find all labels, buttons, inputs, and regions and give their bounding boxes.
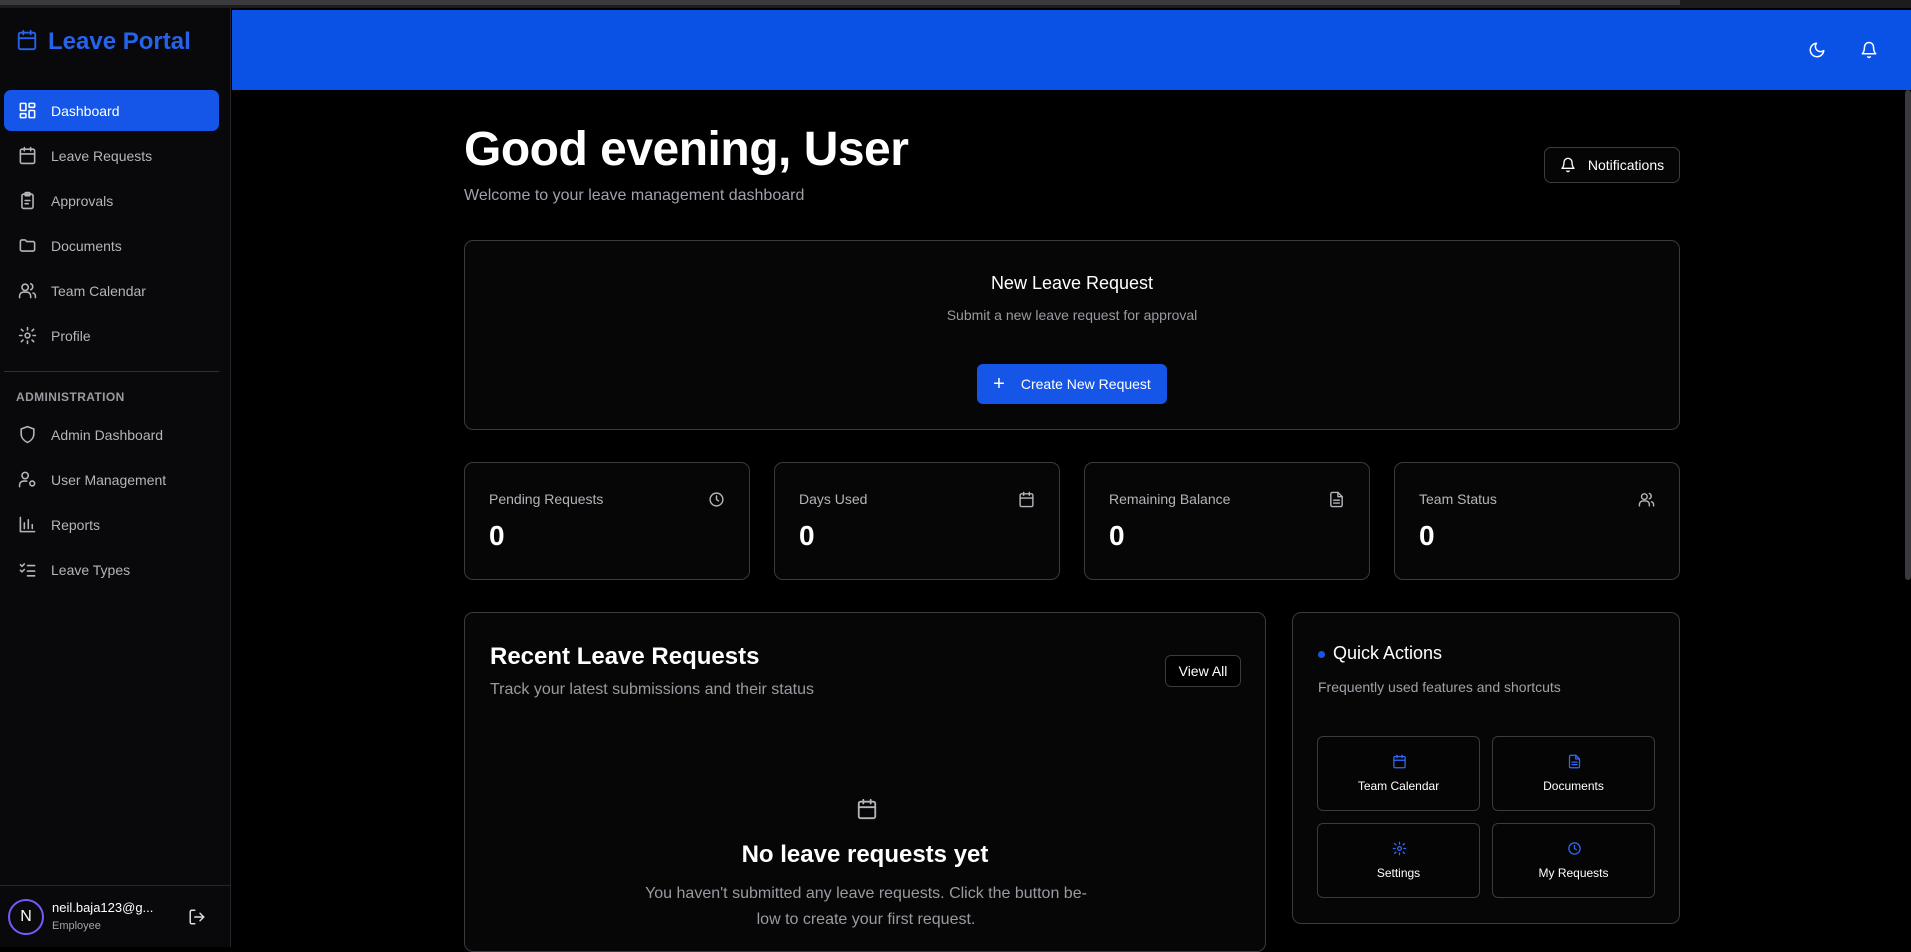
- quick-action-label: Documents: [1543, 779, 1604, 793]
- recent-requests-card: Recent Leave Requests Track your latest …: [464, 612, 1266, 952]
- scrollbar[interactable]: [1905, 90, 1911, 580]
- empty-state-title: No leave requests yet: [741, 841, 989, 868]
- sidebar-item-label: Documents: [51, 237, 122, 254]
- sidebar: Leave Portal Dashboard Leave Requests Ap…: [0, 8, 231, 947]
- calendar-icon: [1019, 491, 1034, 508]
- sidebar-item-label: Reports: [51, 516, 101, 533]
- quick-action-my-requests[interactable]: My Requests: [1492, 823, 1655, 898]
- recent-requests-subtitle: Track your latest submissions and their …: [490, 681, 814, 698]
- stat-card-days-used: Days Used 0: [774, 462, 1060, 580]
- bar-chart-icon: [19, 516, 36, 533]
- browser-top-strip: [0, 0, 1911, 8]
- create-request-label: Create New Request: [1020, 376, 1151, 392]
- moon-icon[interactable]: [1808, 41, 1826, 59]
- stat-value: 0: [1419, 520, 1435, 551]
- quick-action-team-calendar[interactable]: Team Calendar: [1317, 736, 1480, 811]
- empty-state-text: You haven't submitted any leave requests…: [645, 885, 1087, 928]
- stat-card-team-status: Team Status 0: [1394, 462, 1680, 580]
- view-all-button[interactable]: View All: [1165, 655, 1241, 687]
- sidebar-item-label: Dashboard: [51, 102, 120, 119]
- sidebar-item-label: Profile: [51, 327, 91, 344]
- plus-icon: +: [993, 373, 1005, 395]
- stat-label: Pending Requests: [489, 491, 604, 507]
- layout-grid-icon: [19, 102, 36, 119]
- sidebar-item-user-management[interactable]: User Management: [4, 459, 219, 500]
- gear-icon: [18, 326, 37, 345]
- avatar[interactable]: N: [8, 899, 44, 935]
- brand[interactable]: Leave Portal: [16, 28, 191, 56]
- users-icon: [18, 282, 37, 299]
- status-dot: [1318, 651, 1325, 658]
- quick-action-settings[interactable]: Settings: [1317, 823, 1480, 898]
- user-profile-box: N neil.baja123@g... Employee: [0, 885, 231, 947]
- main-nav: Dashboard Leave Requests Approvals Docum…: [4, 90, 219, 360]
- app-title: Leave Portal: [48, 28, 191, 55]
- stat-label: Days Used: [799, 491, 868, 507]
- notifications-label: Notifications: [1587, 157, 1665, 173]
- new-request-title: New Leave Request: [990, 273, 1154, 293]
- folder-icon: [19, 239, 36, 252]
- logout-icon[interactable]: [188, 908, 206, 926]
- sidebar-item-team-calendar[interactable]: Team Calendar: [4, 270, 219, 311]
- bell-icon: [1561, 157, 1575, 173]
- browser-tab-bar: [0, 0, 1680, 5]
- document-icon: [1330, 491, 1343, 508]
- recent-requests-title: Recent Leave Requests: [490, 643, 760, 670]
- document-icon: [1568, 754, 1581, 769]
- calendar-icon: [1393, 754, 1406, 769]
- sidebar-item-reports[interactable]: Reports: [4, 504, 219, 545]
- stat-label: Remaining Balance: [1109, 491, 1231, 507]
- quick-action-label: Team Calendar: [1357, 779, 1440, 793]
- sidebar-item-label: User Management: [51, 471, 167, 488]
- quick-actions-card: Quick Actions Frequently used features a…: [1292, 612, 1680, 924]
- sidebar-item-admin-dashboard[interactable]: Admin Dashboard: [4, 414, 219, 455]
- sidebar-item-label: Approvals: [51, 192, 114, 209]
- sidebar-item-label: Leave Types: [51, 561, 131, 578]
- sidebar-item-profile[interactable]: Profile: [4, 315, 219, 356]
- stat-value: 0: [1109, 520, 1125, 551]
- quick-actions-title: Quick Actions: [1333, 643, 1443, 663]
- stat-value: 0: [799, 520, 815, 551]
- quick-actions-subtitle: Frequently used features and shortcuts: [1318, 679, 1561, 695]
- create-new-request-button[interactable]: + Create New Request: [977, 364, 1167, 404]
- stat-card-pending-requests: Pending Requests 0: [464, 462, 750, 580]
- user-cog-icon: [18, 471, 36, 488]
- bell-icon[interactable]: [1860, 41, 1878, 59]
- users-icon: [1638, 492, 1655, 507]
- shield-icon: [20, 425, 35, 444]
- user-role: Employee: [52, 920, 101, 932]
- quick-action-label: Settings: [1376, 866, 1421, 880]
- top-header: [232, 10, 1911, 90]
- sidebar-item-approvals[interactable]: Approvals: [4, 180, 219, 221]
- calendar-icon: [16, 29, 38, 56]
- admin-section-label: ADMINISTRATION: [16, 390, 125, 404]
- sidebar-item-label: Leave Requests: [51, 147, 153, 164]
- sidebar-divider: [4, 371, 219, 372]
- new-request-subtitle: Submit a new leave request for approval: [946, 307, 1198, 323]
- clock-icon: [1568, 842, 1581, 855]
- clipboard-check-icon: [21, 191, 34, 210]
- sidebar-item-leave-types[interactable]: Leave Types: [4, 549, 219, 590]
- quick-action-label: My Requests: [1538, 866, 1609, 880]
- sidebar-item-leave-requests[interactable]: Leave Requests: [4, 135, 219, 176]
- sidebar-item-label: Admin Dashboard: [51, 426, 164, 443]
- stat-value: 0: [489, 520, 505, 551]
- sidebar-item-dashboard[interactable]: Dashboard: [4, 90, 219, 131]
- admin-nav: Admin Dashboard User Management Reports …: [4, 414, 219, 594]
- sidebar-item-label: Team Calendar: [51, 282, 146, 299]
- gear-icon: [1392, 841, 1407, 856]
- clock-icon: [709, 492, 724, 507]
- user-email: neil.baja123@g...: [52, 900, 154, 915]
- new-request-card: New Leave Request Submit a new leave req…: [464, 240, 1680, 430]
- calendar-icon: [857, 798, 877, 820]
- page-subtitle: Welcome to your leave management dashboa…: [464, 187, 805, 204]
- calendar-icon: [19, 146, 36, 165]
- page-title: Good evening, User: [464, 123, 909, 176]
- sidebar-item-documents[interactable]: Documents: [4, 225, 219, 266]
- list-checks-icon: [19, 563, 36, 577]
- stat-card-remaining-balance: Remaining Balance 0: [1084, 462, 1370, 580]
- quick-action-documents[interactable]: Documents: [1492, 736, 1655, 811]
- notifications-button[interactable]: Notifications: [1544, 147, 1680, 183]
- stat-label: Team Status: [1419, 491, 1497, 507]
